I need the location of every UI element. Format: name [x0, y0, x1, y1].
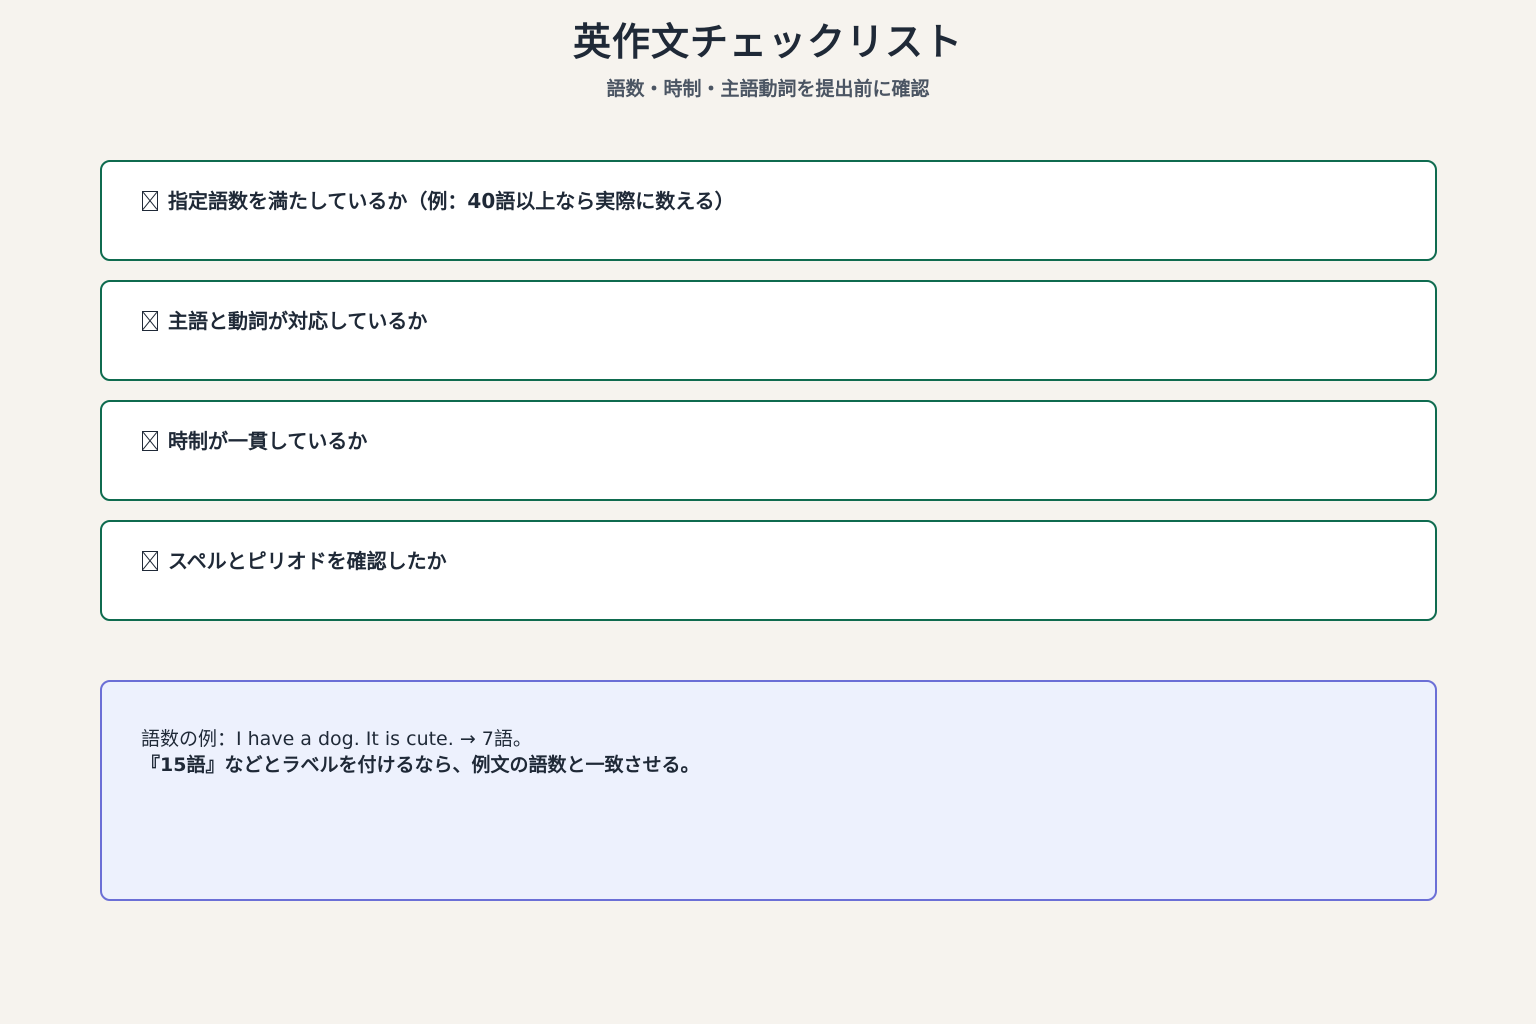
checkbox[interactable] [142, 311, 158, 331]
checklist-item-subject-verb[interactable]: 主語と動詞が対応しているか [100, 280, 1437, 381]
checklist-item-word-count[interactable]: 指定語数を満たしているか（例：40語以上なら実際に数える） [100, 160, 1437, 261]
note-guideline-line: 『15語』などとラベルを付けるなら、例文の語数と一致させる。 [141, 754, 700, 776]
checklist-item-label: 時制が一貫しているか [168, 429, 368, 453]
page-title: 英作文チェックリスト [572, 20, 963, 64]
checkbox[interactable] [142, 191, 158, 211]
note-box: 語数の例：I have a dog. It is cute. → 7語。 『15… [100, 680, 1437, 901]
checklist-item-label: スペルとピリオドを確認したか [168, 549, 447, 573]
checkbox[interactable] [142, 551, 158, 571]
note-example-line: 語数の例：I have a dog. It is cute. → 7語。 [141, 728, 532, 750]
checklist-item-tense[interactable]: 時制が一貫しているか [100, 400, 1437, 501]
page-header: 英作文チェックリスト 語数・時制・主語動詞を提出前に確認 [0, 14, 1536, 102]
checklist-item-label: 主語と動詞が対応しているか [168, 309, 428, 333]
checklist: 指定語数を満たしているか（例：40語以上なら実際に数える） 主語と動詞が対応して… [100, 160, 1437, 640]
page-subtitle: 語数・時制・主語動詞を提出前に確認 [606, 78, 930, 100]
checklist-item-spelling[interactable]: スペルとピリオドを確認したか [100, 520, 1437, 621]
checklist-item-label: 指定語数を満たしているか（例：40語以上なら実際に数える） [168, 189, 735, 213]
checkbox[interactable] [142, 431, 158, 451]
